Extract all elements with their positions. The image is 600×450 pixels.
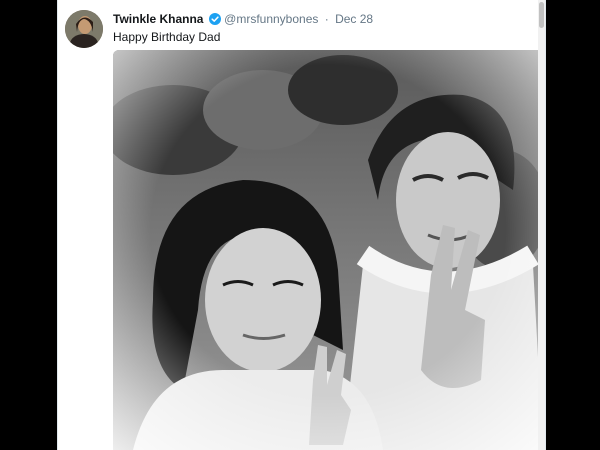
photo-image — [113, 50, 543, 450]
tweet-photo[interactable] — [113, 50, 543, 450]
scrollbar[interactable] — [538, 0, 545, 450]
author-handle[interactable]: @mrsfunnybones — [224, 12, 318, 26]
tweet-date[interactable]: Dec 28 — [335, 12, 373, 26]
scroll-thumb[interactable] — [539, 2, 544, 28]
tweet-header: Twinkle Khanna @mrsfunnybones · Dec 28 — [113, 12, 373, 26]
tweet-text: Happy Birthday Dad — [113, 30, 221, 44]
author-avatar[interactable] — [65, 10, 103, 48]
separator-dot: · — [324, 12, 329, 26]
author-name[interactable]: Twinkle Khanna — [113, 12, 203, 26]
tweet-card: Twinkle Khanna @mrsfunnybones · Dec 28 H… — [57, 0, 546, 450]
verified-badge-icon — [208, 13, 221, 25]
avatar-photo-icon — [65, 10, 103, 48]
